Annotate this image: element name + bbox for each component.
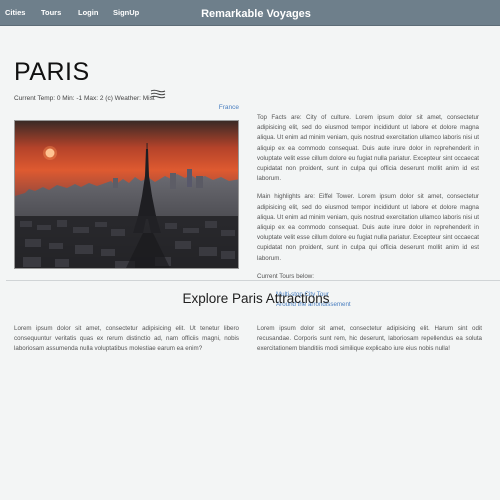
top-facts-text: Top Facts are: City of culture. Lorem ip… — [257, 114, 479, 183]
top-navbar: Cities Tours Login SignUp Remarkable Voy… — [0, 0, 500, 26]
city-title: PARIS — [14, 58, 90, 86]
main-highlights-text: Main highlights are: Eiffel Tower. Lorem… — [257, 193, 479, 262]
hero-photo — [14, 120, 239, 269]
attractions-left-text: Lorem ipsum dolor sit amet, consectetur … — [14, 325, 239, 352]
weather-info: Current Temp: 0 Min: -1 Max: 2 (c) Weath… — [14, 95, 155, 102]
attractions-right-text: Lorem ipsum dolor sit amet, consectetur … — [257, 325, 482, 352]
section-divider — [6, 280, 500, 281]
brand-title[interactable]: Remarkable Voyages — [0, 8, 500, 20]
attractions-heading: Explore Paris Attractions — [182, 291, 330, 306]
mist-icon — [150, 86, 166, 99]
country-link[interactable]: France — [200, 104, 239, 111]
